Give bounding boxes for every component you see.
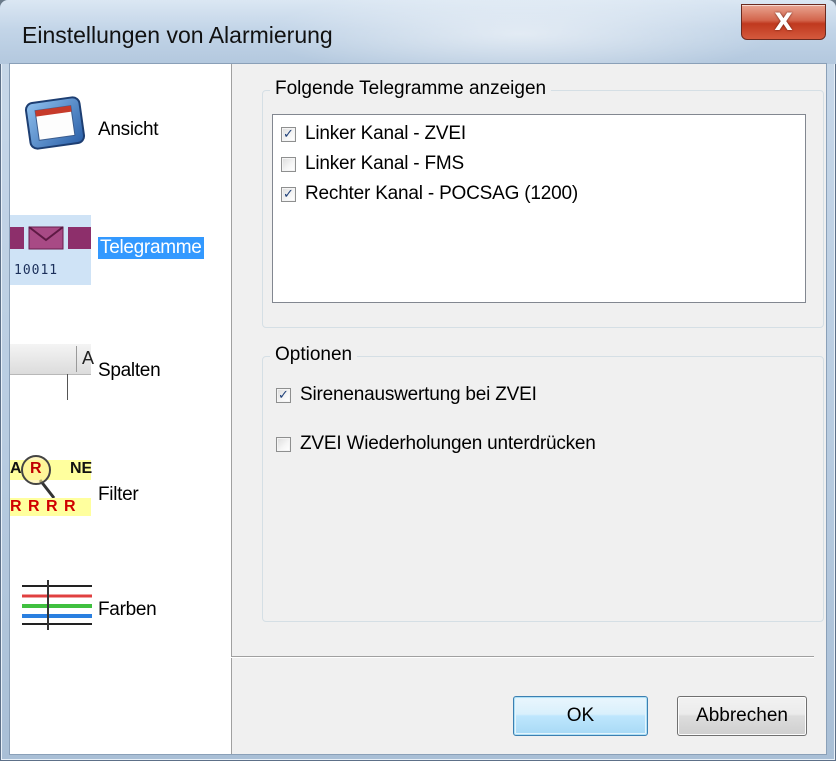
- sidebar-item-label: Farben: [98, 599, 157, 620]
- ok-button[interactable]: OK: [513, 696, 648, 736]
- list-item[interactable]: Linker Kanal - FMS: [281, 153, 464, 175]
- sidebar-item-telegramme[interactable]: 10011 Telegramme: [10, 194, 231, 304]
- columns-icon-letter: A: [82, 348, 95, 368]
- sidebar-item-filter[interactable]: A NE R R R R R Filter: [10, 434, 231, 544]
- cancel-button[interactable]: Abbrechen: [677, 696, 807, 736]
- filter-icon-text-rrrr: R R R R: [10, 498, 77, 515]
- telegram-checkbox[interactable]: ✓: [281, 126, 296, 142]
- sidebar-item-farben[interactable]: Farben: [10, 554, 231, 664]
- telegrams-group-title: Folgende Telegramme anzeigen: [270, 78, 552, 100]
- telegram-icon: 10011: [10, 215, 91, 285]
- option-label: Sirenenauswertung bei ZVEI: [300, 384, 537, 405]
- sidebar-item-label: Filter: [98, 484, 139, 505]
- telegram-label: Rechter Kanal - POCSAG (1200): [305, 183, 578, 204]
- telegram-label: Linker Kanal - ZVEI: [305, 123, 466, 144]
- list-item[interactable]: ✓ Rechter Kanal - POCSAG (1200): [281, 183, 578, 205]
- telegram-label: Linker Kanal - FMS: [305, 153, 465, 174]
- columns-icon: A: [10, 344, 95, 404]
- sidebar-item-ansicht[interactable]: Ansicht: [10, 74, 231, 184]
- telegram-checkbox[interactable]: [281, 156, 296, 172]
- wiederholungen-checkbox[interactable]: [276, 436, 291, 452]
- telegram-listbox[interactable]: ✓ Linker Kanal - ZVEI Linker Kanal - FMS…: [272, 114, 806, 303]
- sidebar: Ansicht 10011 Telegramme A Spalten A NE …: [10, 64, 232, 754]
- title-bar[interactable]: Einstellungen von Alarmierung X: [0, 0, 836, 64]
- filter-magnifier-icon: A NE R R R R R: [10, 454, 92, 524]
- sirenenauswertung-checkbox[interactable]: ✓: [276, 387, 291, 403]
- filter-icon-text-r: R: [30, 460, 42, 477]
- window-title: Einstellungen von Alarmierung: [22, 22, 333, 48]
- sidebar-item-label: Spalten: [98, 360, 161, 381]
- dialog-window: Einstellungen von Alarmierung X Ansicht …: [0, 0, 836, 761]
- sidebar-item-spalten[interactable]: A Spalten: [10, 314, 231, 424]
- options-group-title: Optionen: [270, 344, 358, 366]
- telegram-icon-text: 10011: [14, 263, 59, 278]
- option-row-sirenenauswertung[interactable]: ✓ Sirenenauswertung bei ZVEI: [276, 384, 537, 406]
- telegram-checkbox[interactable]: ✓: [281, 186, 296, 202]
- sidebar-item-label: Ansicht: [98, 119, 159, 140]
- color-lines-icon: [22, 580, 92, 630]
- dialog-client-area: Ansicht 10011 Telegramme A Spalten A NE …: [10, 64, 826, 754]
- close-button[interactable]: X: [741, 4, 826, 40]
- list-item[interactable]: ✓ Linker Kanal - ZVEI: [281, 123, 466, 145]
- separator: [231, 656, 814, 658]
- window-icon: [24, 96, 86, 150]
- option-label: ZVEI Wiederholungen unterdrücken: [300, 433, 596, 454]
- sidebar-item-label: Telegramme: [98, 237, 204, 259]
- option-row-wiederholungen[interactable]: ZVEI Wiederholungen unterdrücken: [276, 433, 596, 455]
